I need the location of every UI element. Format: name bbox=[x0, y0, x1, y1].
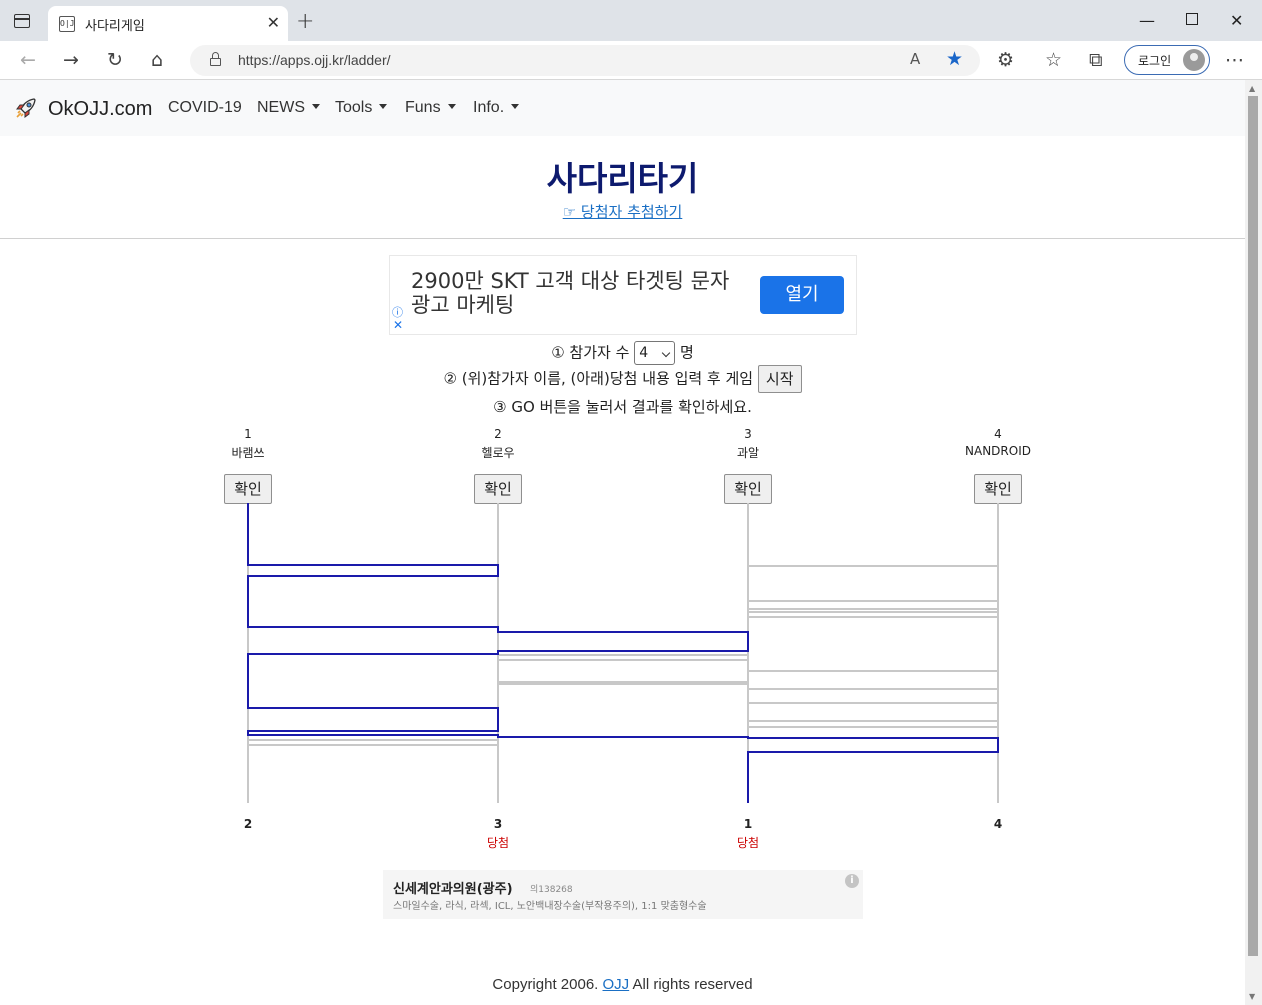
scroll-up-icon[interactable]: ▲ bbox=[1249, 84, 1255, 93]
promo-ad[interactable]: 신세계안과의원(광주) 의138268 스마일수술, 라식, 라섹, ICL, … bbox=[383, 870, 863, 919]
scrollbar-thumb[interactable] bbox=[1248, 96, 1258, 956]
footer-link[interactable]: OJJ bbox=[603, 976, 630, 993]
footer: Copyright 2006. OJJ All rights reserved bbox=[0, 976, 1245, 993]
result-number: 4 bbox=[993, 817, 1003, 831]
info-icon[interactable]: i bbox=[845, 874, 859, 888]
result-number: 1 bbox=[743, 817, 753, 831]
result-number: 3 bbox=[493, 817, 503, 831]
footer-prefix: Copyright 2006. bbox=[492, 976, 599, 993]
ladder-board bbox=[247, 503, 999, 803]
traced-path bbox=[247, 503, 999, 803]
promo-code: 의138268 bbox=[530, 885, 573, 895]
result-number: 2 bbox=[243, 817, 253, 831]
footer-suffix: All rights reserved bbox=[632, 976, 753, 993]
promo-description[interactable]: 스마일수술, 라식, 라섹, ICL, 노안백내장수술(부작용주의), 1:1 … bbox=[393, 897, 707, 912]
result-prize[interactable]: 당첨 bbox=[718, 834, 778, 851]
result-prize[interactable]: 당첨 bbox=[468, 834, 528, 851]
promo-title[interactable]: 신세계안과의원(광주) bbox=[393, 878, 513, 897]
scroll-down-icon[interactable]: ▼ bbox=[1249, 992, 1255, 1001]
